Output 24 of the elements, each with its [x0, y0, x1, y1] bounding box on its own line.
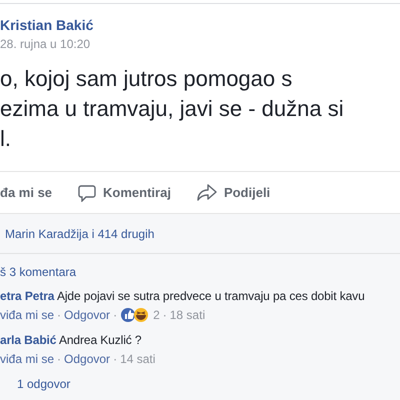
separator-dot: · [57, 307, 62, 323]
separator-dot: · [113, 351, 118, 367]
reactions-icon[interactable] [120, 307, 150, 323]
comment-button[interactable]: Komentiraj [78, 182, 171, 202]
separator-dot: · [113, 307, 118, 323]
replies-link[interactable]: 1 odgovor [17, 376, 70, 392]
likes-summary-link[interactable]: Marin Karadžija i 414 drugih [5, 226, 154, 242]
reply-link[interactable]: Odgovor [64, 351, 110, 367]
share-arrow-icon [196, 184, 217, 201]
speech-bubble-icon [78, 184, 96, 202]
reaction-count: 2 [153, 307, 160, 323]
comment-text: etra Petra Ajde pojavi se sutra predvece u tramvaju pa ces dobit kavu [0, 288, 365, 304]
post-time[interactable]: 28. rujna u 10:20 [0, 36, 90, 52]
separator-dot: · [162, 307, 167, 323]
comment-text: arla Babić Andrea Kuzlić ? [0, 332, 142, 348]
author-name[interactable]: Kristian Bakić [0, 16, 94, 34]
like-link[interactable]: viđa mi se [0, 351, 54, 367]
post-text: o, kojoj sam jutros pomogao s ezima u tramvaju, javi se - dužna si l. [0, 65, 344, 153]
like-button[interactable]: đa mi se [0, 182, 52, 202]
reply-link[interactable]: Odgovor [64, 307, 110, 323]
more-comments-link[interactable]: š 3 komentara [0, 264, 76, 280]
like-link[interactable]: viđa mi se [0, 307, 54, 323]
separator-dot: · [57, 351, 62, 367]
share-button[interactable]: Podijeli [196, 182, 270, 202]
